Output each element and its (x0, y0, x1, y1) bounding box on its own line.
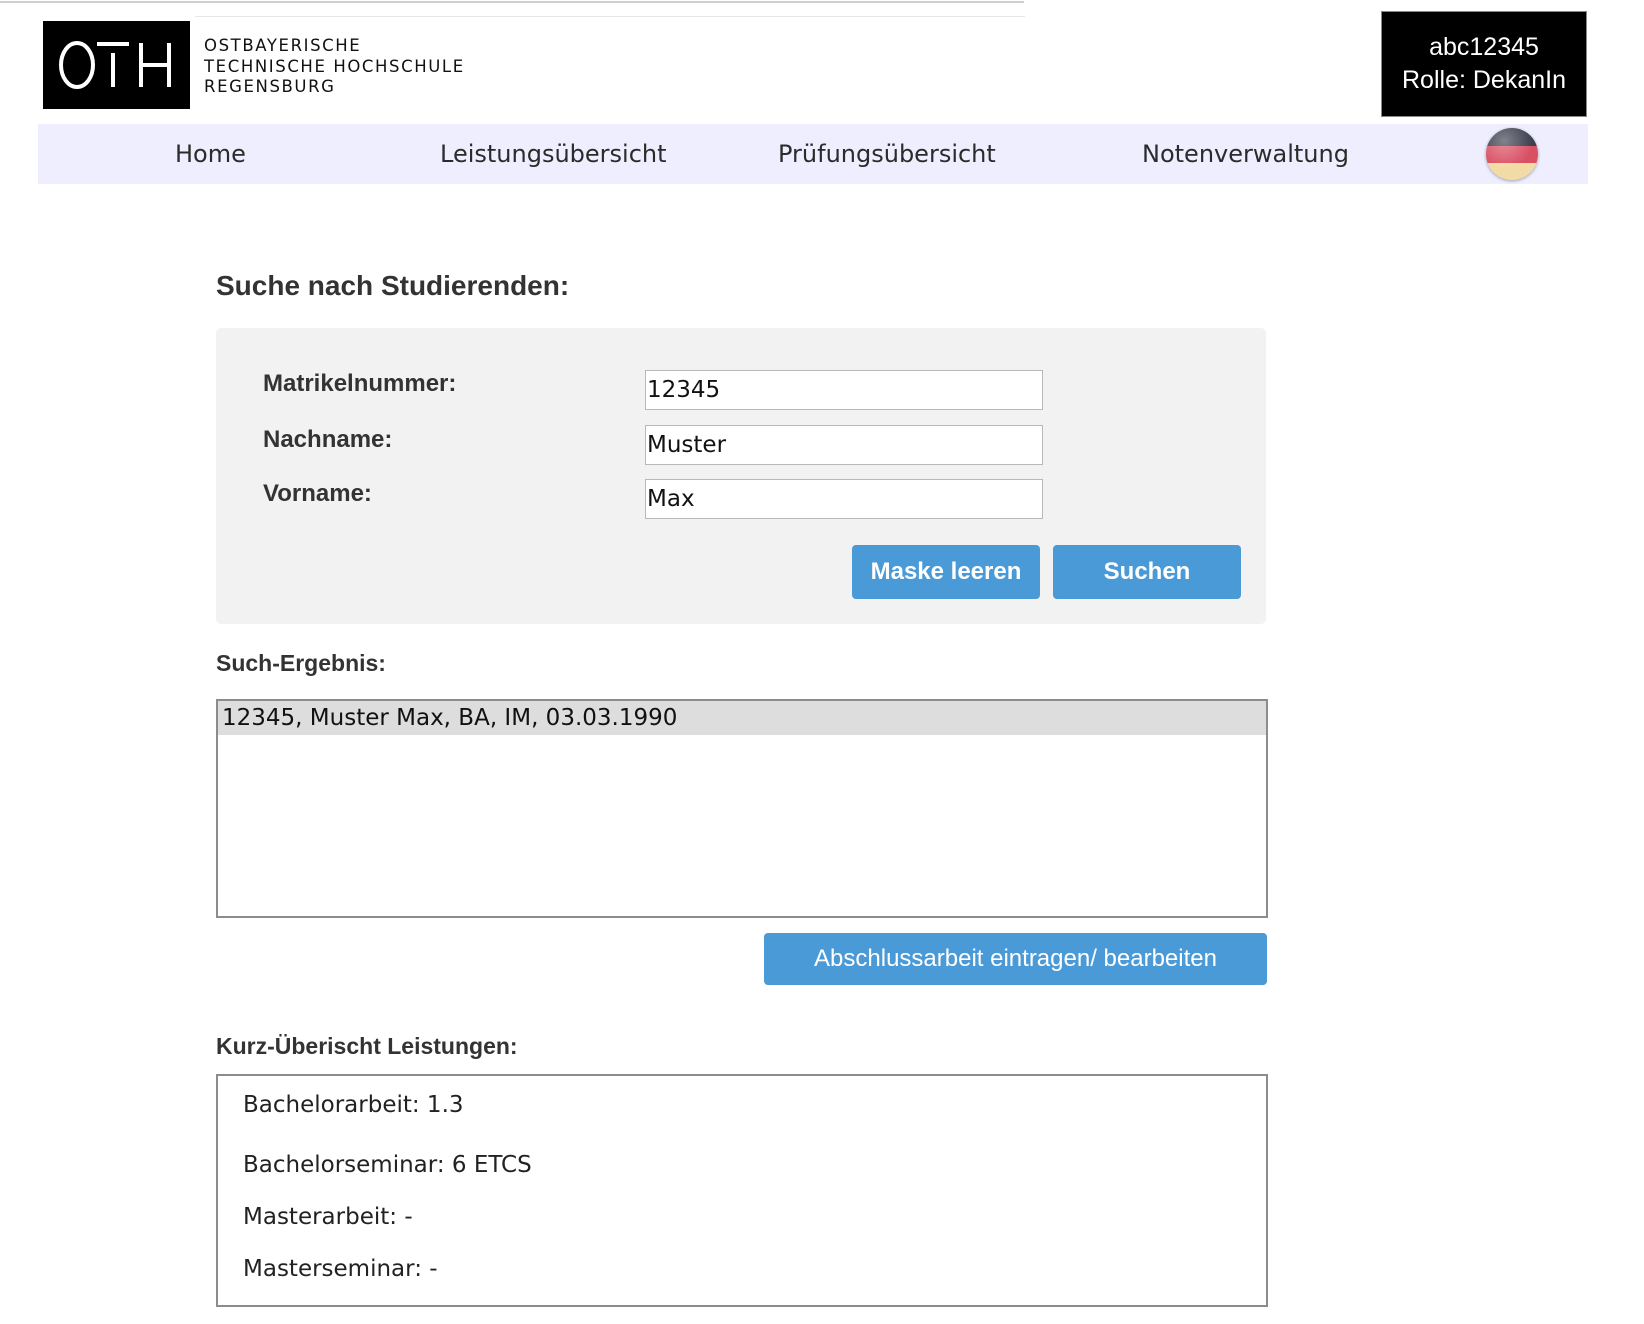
clear-form-button[interactable]: Maske leeren (852, 545, 1040, 599)
top-divider (0, 1, 1024, 3)
nav-item-notenverwaltung[interactable]: Notenverwaltung (1142, 124, 1349, 184)
vorname-label: Vorname: (263, 480, 372, 507)
user-id: abc12345 (1429, 33, 1539, 61)
summary-line: Masterarbeit: - (243, 1204, 413, 1230)
search-result-title: Such-Ergebnis: (216, 650, 386, 676)
summary-title: Kurz-Überischt Leistungen: (216, 1033, 518, 1059)
search-form-panel: Matrikelnummer: Nachname: Vorname: Maske… (216, 328, 1266, 624)
summary-box: Bachelorarbeit: 1.3 Bachelorseminar: 6 E… (216, 1074, 1268, 1307)
nav-item-pruefungsuebersicht[interactable]: Prüfungsübersicht (778, 124, 996, 184)
logo-wordmark: OSTBAYERISCHE TECHNISCHE HOCHSCHULE REGE… (204, 36, 465, 98)
matrikelnummer-label: Matrikelnummer: (263, 370, 457, 397)
user-role: Rolle: DekanIn (1402, 66, 1566, 94)
search-button[interactable]: Suchen (1053, 545, 1241, 599)
logo-line: REGENSBURG (204, 77, 336, 96)
nav-item-leistungsuebersicht[interactable]: Leistungsübersicht (440, 124, 667, 184)
header-divider (195, 16, 1025, 17)
summary-line: Masterseminar: - (243, 1256, 438, 1282)
user-info-box[interactable]: abc12345 Rolle: DekanIn (1381, 11, 1587, 117)
nachname-label: Nachname: (263, 426, 393, 453)
oth-logo[interactable] (43, 21, 190, 109)
oth-logo-mark-icon (58, 41, 171, 89)
summary-line: Bachelorseminar: 6 ETCS (243, 1152, 532, 1178)
nav-item-home[interactable]: Home (175, 124, 246, 184)
edit-thesis-button[interactable]: Abschlussarbeit eintragen/ bearbeiten (764, 933, 1267, 985)
matrikelnummer-input[interactable] (645, 370, 1043, 410)
logo-line: OSTBAYERISCHE (204, 36, 362, 55)
list-item[interactable]: 12345, Muster Max, BA, IM, 03.03.1990 (218, 701, 1266, 735)
main-navigation: Home Leistungsübersicht Prüfungsübersich… (38, 124, 1588, 184)
vorname-input[interactable] (645, 479, 1043, 519)
summary-line: Bachelorarbeit: 1.3 (243, 1092, 464, 1118)
search-result-list[interactable]: 12345, Muster Max, BA, IM, 03.03.1990 (216, 699, 1268, 918)
nachname-input[interactable] (645, 425, 1043, 465)
search-title: Suche nach Studierenden: (216, 270, 570, 301)
german-flag-icon[interactable] (1486, 128, 1538, 180)
logo-line: TECHNISCHE HOCHSCHULE (204, 56, 465, 76)
